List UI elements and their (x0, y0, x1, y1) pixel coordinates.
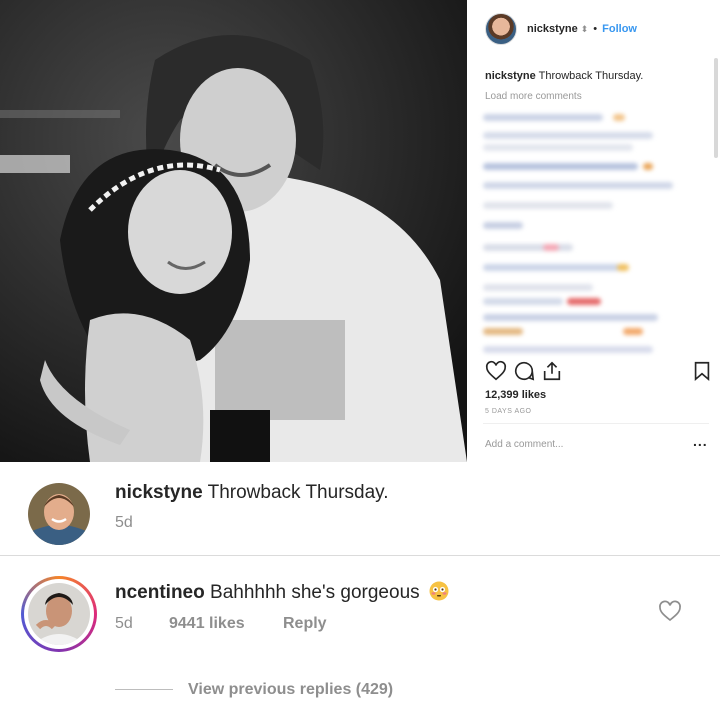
caption-username[interactable]: nickstyne (485, 70, 536, 82)
blurred-comment-list (483, 108, 707, 358)
post-username[interactable]: nickstyne (527, 23, 578, 35)
comment-caption: nickstyne Throwback Thursday. 5d (0, 462, 720, 556)
comment-body: nickstyne Throwback Thursday. (115, 482, 389, 504)
avatar[interactable] (28, 483, 90, 545)
comment-body: ncentineo Bahhhhh she's gorgeous (115, 581, 449, 604)
post-actions (485, 360, 710, 384)
view-previous-replies-link[interactable]: View previous replies (429) (188, 681, 393, 699)
avatar[interactable] (485, 13, 517, 45)
load-more-comments-link[interactable]: Load more comments (485, 91, 582, 102)
add-comment-input[interactable]: Add a comment... (485, 439, 563, 450)
avatar[interactable] (28, 583, 90, 645)
bookmark-icon[interactable] (691, 360, 713, 382)
story-ring[interactable] (21, 576, 97, 652)
comment-username[interactable]: nickstyne (115, 482, 203, 503)
post-header: nickstyne ⬍ • Follow (467, 0, 720, 58)
post-caption: nickstyne Throwback Thursday. (485, 70, 643, 82)
separator-dot: • (593, 23, 598, 35)
more-options-icon[interactable]: ... (693, 433, 708, 449)
comment-username[interactable]: ncentineo (115, 582, 205, 603)
photo-illustration (0, 0, 467, 462)
like-heart-icon[interactable] (658, 600, 682, 622)
comment-age[interactable]: 5d (115, 615, 133, 633)
divider (483, 423, 709, 424)
heart-icon[interactable] (485, 360, 507, 382)
post-timestamp[interactable]: 5 DAYS AGO (485, 408, 532, 415)
comments-scrollbar[interactable] (714, 58, 718, 158)
comment-age[interactable]: 5d (115, 514, 133, 532)
comment-text: Bahhhhh she's gorgeous (210, 582, 420, 603)
comment-like-count[interactable]: 9441 likes (169, 615, 245, 633)
flushed-face-icon (429, 581, 449, 601)
like-count[interactable]: 12,399 likes (485, 389, 546, 401)
post-sidebar: nickstyne ⬍ • Follow nickstyne Throwback… (467, 0, 720, 462)
comment-text: Throwback Thursday. (207, 482, 389, 503)
reply-button[interactable]: Reply (283, 615, 327, 633)
comment-reply: ncentineo Bahhhhh she's gorgeous 5d 9441… (0, 556, 720, 717)
comment-icon[interactable] (513, 360, 535, 382)
replies-divider-line (115, 689, 173, 690)
share-icon[interactable] (541, 360, 563, 382)
instagram-post: nickstyne ⬍ • Follow nickstyne Throwback… (0, 0, 720, 462)
sort-arrows-icon: ⬍ (580, 23, 589, 34)
post-photo[interactable] (0, 0, 467, 462)
caption-text: Throwback Thursday. (538, 70, 644, 82)
follow-button[interactable]: Follow (602, 23, 637, 35)
